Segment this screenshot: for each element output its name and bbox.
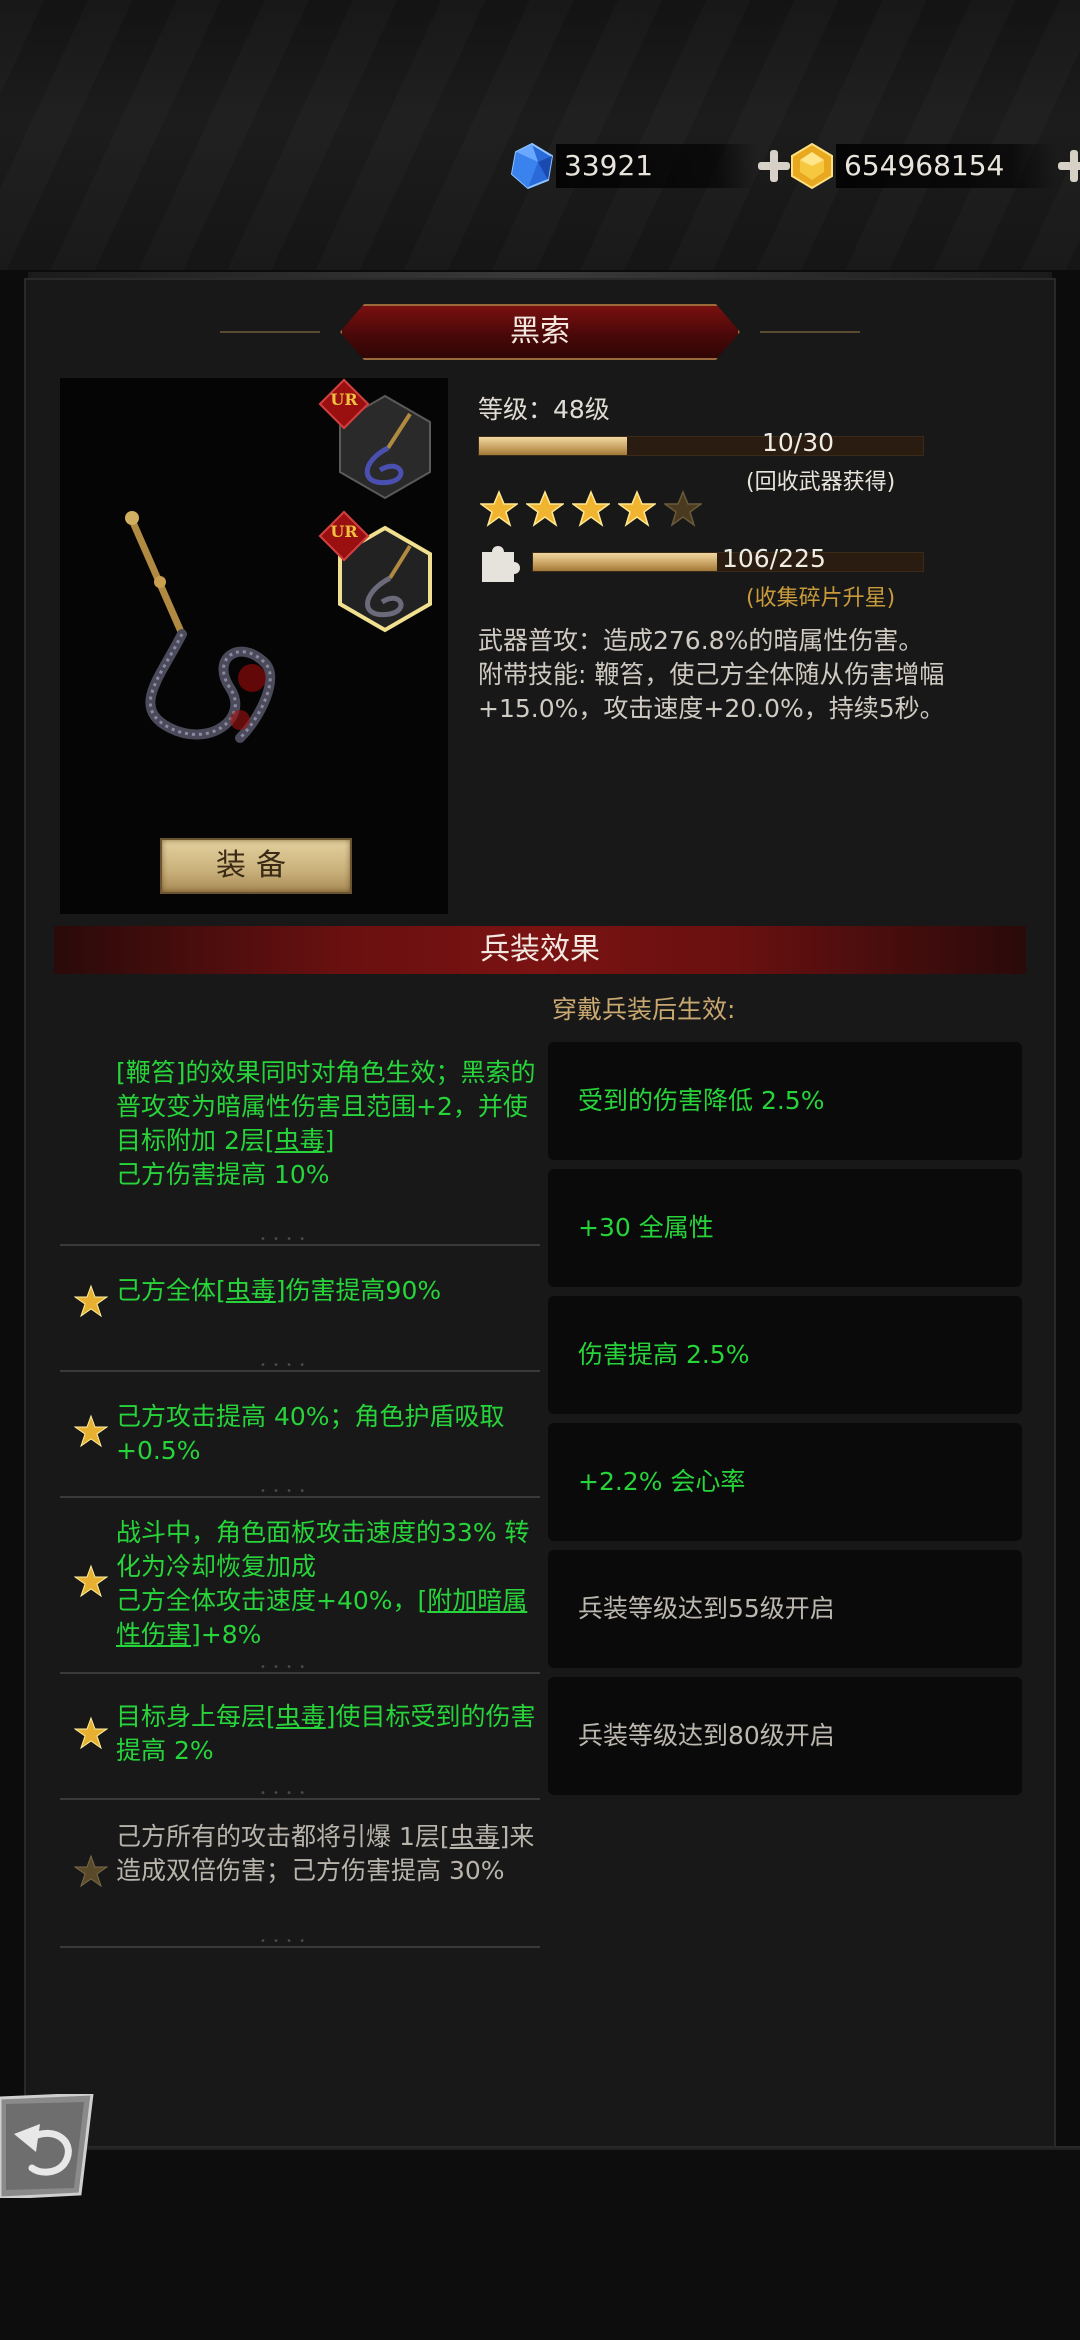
wear-bonus-text: 兵装等级达到80级开启 [578,1721,835,1750]
recycle-note: (回收武器获得) [746,470,896,495]
add-gems-button[interactable] [756,148,792,184]
effect-text: 战斗中，角色面板攻击速度的33% 转化为冷却恢复加成 己方全体攻击速度+40%，… [116,1518,530,1649]
star-icon [74,1284,108,1318]
star-filled-icon [618,490,656,527]
wear-bonus-text: 受到的伤害降低 2.5% [578,1086,825,1115]
wear-bonus-card: +30 全属性 [548,1169,1022,1287]
wear-bonus-text: 兵装等级达到55级开启 [578,1594,835,1623]
gold-crystal-icon [788,142,836,190]
gem-currency: 33921 [508,140,792,192]
skill-desc: 附带技能: 鞭笞，使己方全体随从伤害增幅+15.0%，攻击速度+20.0%，持续… [478,660,945,723]
effect-tier-5: 目标身上每层[虫毒]使目标受到的伤害提高 2% [60,1674,540,1800]
add-gold-button[interactable] [1056,148,1080,184]
weapon-preview: UR UR [60,378,448,914]
star-rating [480,490,702,528]
star-icon [74,1414,108,1448]
effect-text: 目标身上每层[虫毒]使目标受到的伤害提高 2% [116,1702,536,1765]
recycle-progress-label: 10/30 [762,428,835,457]
wear-bonus-card: 伤害提高 2.5% [548,1296,1022,1414]
wear-bonus-text: 伤害提高 2.5% [578,1340,750,1369]
weapon-level: 等级：48级 [478,395,610,424]
equipment-effects-title: 兵装效果 [480,932,600,967]
weapon-slot-1[interactable]: UR [318,378,440,502]
puzzle-fragment-icon [478,540,522,584]
basic-attack-desc: 武器普攻：造成276.8%的暗属性伤害。 [478,626,924,655]
gem-count: 33921 [556,144,756,188]
star-filled-icon [572,490,610,527]
wear-bonus-card-locked: 兵装等级达到55级开启 [548,1550,1022,1668]
star-icon-dim [74,1854,108,1888]
effect-tier-4: 战斗中，角色面板攻击速度的33% 转化为冷却恢复加成 己方全体攻击速度+40%，… [60,1498,540,1674]
row-divider [60,1936,540,1948]
effect-text: 己方攻击提高 40%；角色护盾吸取+0.5% [116,1402,505,1465]
star-icon [74,1716,108,1750]
wear-bonus-card: +2.2% 会心率 [548,1423,1022,1541]
effect-tier-2: 己方全体[虫毒]伤害提高90% [60,1246,540,1372]
ur-rarity-label: UR [330,522,358,541]
gold-currency: 654968154 [788,140,1080,192]
recycle-progress-bar [478,436,924,456]
effect-text: 己方全体[虫毒]伤害提高90% [116,1276,442,1305]
blue-gem-icon [508,142,556,190]
wear-bonus-card: 受到的伤害降低 2.5% [548,1042,1022,1160]
star-filled-icon [480,490,518,527]
wear-bonus-text: +30 全属性 [578,1213,714,1242]
recycle-progress-fill [479,437,627,455]
weapon-name: 黑索 [510,314,570,349]
effect-tier-3: 己方攻击提高 40%；角色护盾吸取+0.5% [60,1372,540,1498]
back-button[interactable] [0,2092,96,2200]
effect-tier-1: [鞭笞]的效果同时对角色生效；黑索的普攻变为暗属性伤害且范围+2，并使目标附加 … [60,1050,540,1246]
equip-button[interactable]: 装备 [160,838,352,894]
star-empty-icon [664,490,702,527]
bottom-background [0,2150,1080,2340]
wear-bonus-text: +2.2% 会心率 [578,1467,746,1496]
whip-weapon-image [125,511,276,743]
title-decoration-right [760,331,860,333]
fragment-progress-label: 106/225 [722,544,826,573]
ur-rarity-label: UR [330,390,358,409]
star-icon [74,1564,108,1598]
fragment-note: (收集碎片升星) [746,586,896,611]
star-filled-icon [526,490,564,527]
effect-text: 己方所有的攻击都将引爆 1层[虫毒]来造成双倍伤害；己方伤害提高 30% [116,1822,535,1885]
weapon-description: 武器普攻：造成276.8%的暗属性伤害。 附带技能: 鞭笞，使己方全体随从伤害增… [478,624,1018,726]
effect-tier-6-locked: 己方所有的攻击都将引爆 1层[虫毒]来造成双倍伤害；己方伤害提高 30% [60,1800,540,1948]
title-decoration-left [220,331,320,333]
equipment-effects-header: 兵装效果 [54,926,1026,974]
back-arrow-icon [0,2092,94,2200]
header-background [0,0,1080,270]
weapon-slot-2-selected[interactable]: UR [318,510,440,634]
effect-text: [鞭笞]的效果同时对角色生效；黑索的普攻变为暗属性伤害且范围+2，并使目标附加 … [116,1058,536,1189]
wear-effect-label: 穿戴兵装后生效: [552,995,736,1024]
wear-bonus-card-locked: 兵装等级达到80级开启 [548,1677,1022,1795]
gold-count: 654968154 [836,144,1056,188]
fragment-progress-fill [533,553,717,571]
weapon-title-banner: 黑索 [220,304,860,360]
